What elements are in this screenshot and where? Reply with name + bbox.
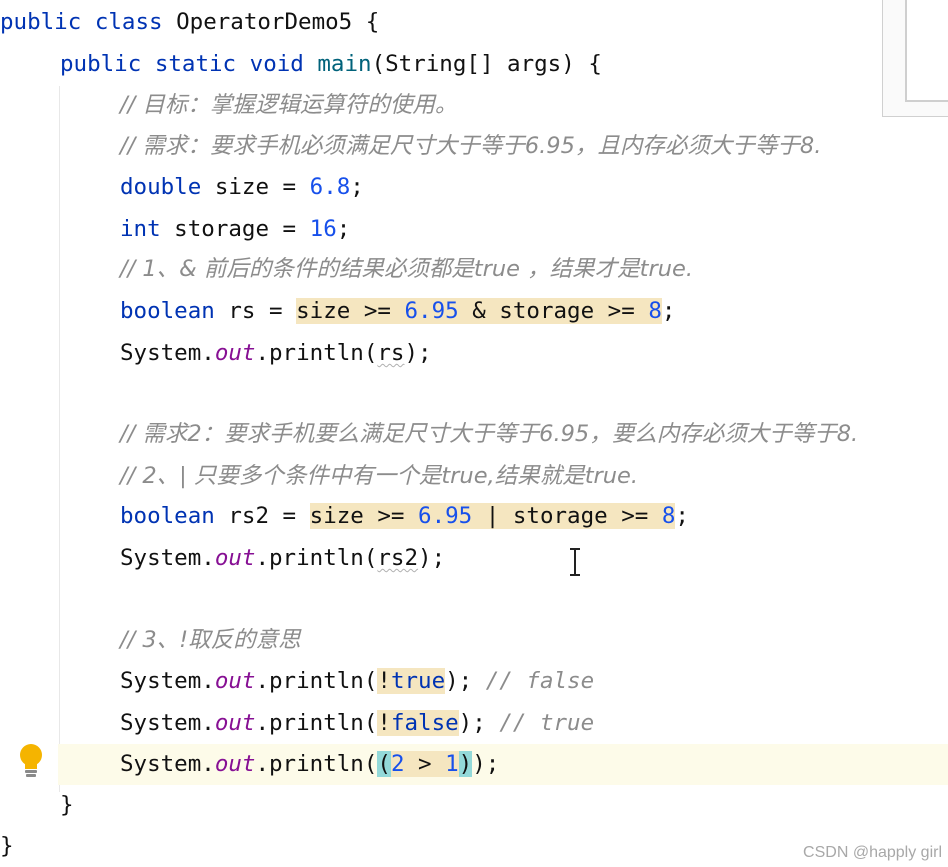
code-token: 2 [390, 751, 405, 777]
code-token: 6.95 [418, 503, 473, 529]
code-token: (String[] args) { [371, 51, 602, 77]
code-token: double [120, 174, 202, 200]
code-token: System. [120, 710, 215, 736]
text-cursor-icon [568, 548, 582, 576]
code-token: boolean [120, 298, 215, 324]
code-token: & storage >= [458, 298, 649, 324]
code-line-14: System.out.println(rs2); [120, 538, 445, 579]
code-token: OperatorDemo5 { [162, 9, 380, 35]
code-token: System. [120, 751, 215, 777]
code-line-16: // 3、!取反的意思 [120, 627, 301, 653]
code-token: size = [201, 174, 310, 200]
code-token: rs2 [377, 545, 419, 571]
indent-guide [59, 86, 60, 792]
code-token: 6.8 [309, 174, 351, 200]
code-token: ; [675, 503, 689, 529]
code-token: .println( [255, 751, 378, 777]
code-line-18: System.out.println(!false); // true [120, 703, 594, 744]
code-line-7: // 1、& 前后的条件的结果必须都是true ，结果才是true. [120, 256, 693, 282]
code-line-21: } [0, 833, 14, 859]
code-token: 8 [648, 298, 662, 324]
code-token: ; [661, 298, 676, 324]
code-token: ); [445, 668, 486, 694]
code-line-1: public class OperatorDemo5 { [0, 2, 379, 43]
code-token: 16 [309, 216, 337, 242]
code-token: ; [336, 216, 351, 242]
matched-bracket: ) [458, 751, 473, 777]
code-token: out [214, 340, 256, 366]
code-token: ; [350, 174, 364, 200]
popup-panel-inner [905, 0, 948, 102]
code-line-6: int storage = 16; [120, 209, 350, 250]
code-token: rs [377, 340, 405, 366]
code-line-4: // 需求：要求手机必须满足尺寸大于等于6.95，且内存必须大于等于8. [120, 133, 822, 159]
code-token: System. [120, 340, 215, 366]
code-token: rs2 = [214, 503, 310, 529]
matched-bracket: ( [377, 751, 391, 777]
highlighted-expression: !true [377, 668, 446, 694]
code-token: ); [404, 340, 432, 366]
code-token: 8 [661, 503, 676, 529]
code-token: int [120, 216, 161, 242]
code-token: out [214, 545, 256, 571]
code-token: > [404, 751, 446, 777]
code-token: false [390, 710, 459, 736]
code-token: out [214, 751, 256, 777]
code-line-13: boolean rs2 = size >= 6.95 | storage >= … [120, 496, 689, 537]
code-line-5: double size = 6.8; [120, 167, 364, 208]
code-token: ); [458, 710, 500, 736]
method-name: main [317, 51, 372, 77]
code-line-8: boolean rs = size >= 6.95 & storage >= 8… [120, 291, 675, 332]
code-token: // false [485, 668, 595, 694]
code-token: true [390, 668, 446, 694]
code-line-17: System.out.println(!true); // false [120, 661, 594, 702]
code-token: ! [377, 668, 391, 694]
code-token: storage = [160, 216, 310, 242]
code-token: System. [120, 545, 215, 571]
code-line-12: // 2、| 只要多个条件中有一个是true,结果就是true. [120, 463, 639, 489]
code-line-20: } [60, 792, 74, 818]
code-token: .println( [255, 710, 378, 736]
highlighted-expression: size >= 6.95 | storage >= 8 [309, 503, 676, 529]
code-token: 1 [445, 751, 459, 777]
code-token: ); [418, 545, 446, 571]
code-token: size >= [296, 298, 405, 324]
code-token: // true [499, 710, 595, 736]
code-line-2: public static void main(String[] args) { [60, 44, 602, 85]
code-token: .println( [255, 545, 378, 571]
code-token: out [214, 710, 256, 736]
code-token: .println( [255, 340, 378, 366]
code-token: public static void [60, 51, 304, 77]
code-token: rs = [214, 298, 297, 324]
code-line-19: System.out.println((2 > 1)); [120, 744, 499, 785]
code-token: .println( [255, 668, 378, 694]
code-token: | storage >= [472, 503, 662, 529]
code-line-11: // 需求2：要求手机要么满足尺寸大于等于6.95，要么内存必须大于等于8. [120, 421, 859, 447]
code-line-3: // 目标：掌握逻辑运算符的使用。 [120, 92, 458, 118]
watermark: CSDN @happly girl [803, 844, 942, 861]
code-token: size >= [309, 503, 419, 529]
popup-panel-corner [882, 0, 948, 117]
code-token: 6.95 [404, 298, 459, 324]
code-token: System. [120, 668, 215, 694]
code-line-9: System.out.println(rs); [120, 333, 432, 374]
lightbulb-icon[interactable] [16, 741, 46, 781]
highlighted-expression: 2 > 1 [390, 751, 459, 777]
code-token: out [214, 668, 256, 694]
code-token: ); [472, 751, 500, 777]
code-token: boolean [120, 503, 215, 529]
code-editor[interactable]: public class OperatorDemo5 { public stat… [0, 0, 948, 866]
highlighted-expression: size >= 6.95 & storage >= 8 [296, 298, 662, 324]
code-token: public class [0, 9, 163, 35]
code-token: ! [377, 710, 391, 736]
highlighted-expression: !false [377, 710, 459, 736]
